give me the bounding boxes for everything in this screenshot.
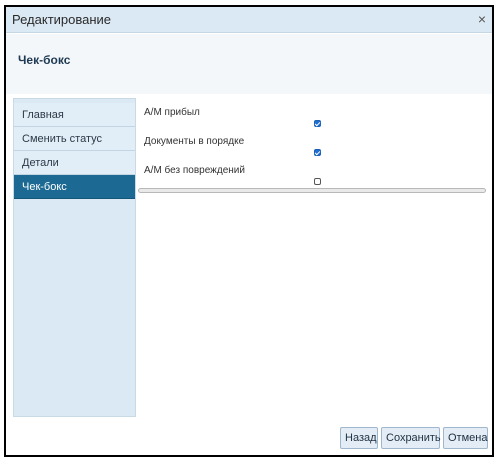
form-content: А/М прибыл Документы в порядке А/М без п… xyxy=(136,98,488,417)
back-button[interactable]: Назад xyxy=(340,427,378,449)
field-label-documents-ok: Документы в порядке xyxy=(144,136,245,147)
sidebar-item-details[interactable]: Детали xyxy=(14,151,135,175)
dialog-titlebar[interactable]: Редактирование × xyxy=(6,7,492,33)
sidebar: Главная Сменить статус Детали Чек-бокс xyxy=(13,98,136,417)
checkbox-car-arrived[interactable] xyxy=(314,120,321,127)
page-title: Чек-бокс xyxy=(18,53,71,67)
close-icon[interactable]: × xyxy=(478,11,486,27)
checkbox-no-damage[interactable] xyxy=(314,178,321,185)
sidebar-item-checkbox[interactable]: Чек-бокс xyxy=(14,175,135,199)
sidebar-item-main[interactable]: Главная xyxy=(14,103,135,127)
checkbox-documents-ok[interactable] xyxy=(314,149,321,156)
form-header: Чек-бокс xyxy=(6,34,492,94)
field-label-car-arrived: А/М прибыл xyxy=(144,107,200,118)
field-label-no-damage: А/М без повреждений xyxy=(144,165,245,176)
dialog-title: Редактирование xyxy=(12,12,112,27)
edit-dialog: Редактирование × Чек-бокс Главная Сменит… xyxy=(4,5,494,457)
horizontal-scrollbar[interactable] xyxy=(138,188,486,193)
save-button[interactable]: Сохранить xyxy=(381,427,441,449)
cancel-button[interactable]: Отмена xyxy=(443,427,488,449)
sidebar-item-change-status[interactable]: Сменить статус xyxy=(14,127,135,151)
